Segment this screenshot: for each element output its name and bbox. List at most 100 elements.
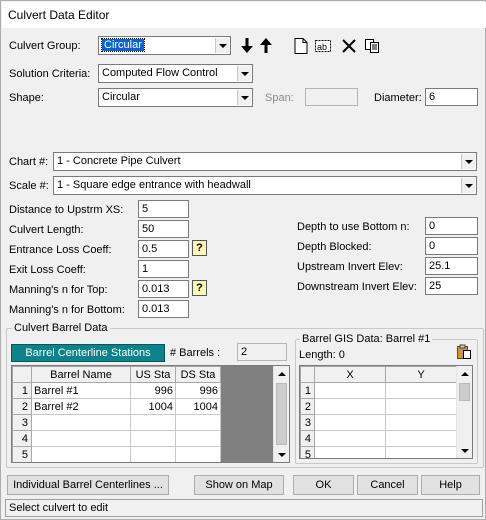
barrel-data-title: Culvert Barrel Data [12, 322, 110, 334]
scroll-thumb[interactable] [276, 383, 287, 445]
depth-blocked-field[interactable]: 0 [425, 237, 478, 255]
status-bar: Select culvert to edit [5, 499, 483, 517]
barrel-name-cell[interactable] [31, 430, 131, 447]
manning-bottom-field[interactable]: 0.013 [138, 300, 189, 318]
chart-value: 1 - Concrete Pipe Culvert [57, 155, 181, 167]
diameter-field[interactable]: 6 [425, 88, 478, 106]
scroll-up-icon[interactable] [457, 366, 472, 381]
help-button[interactable]: Help [421, 475, 480, 495]
chevron-down-icon [237, 66, 251, 81]
gis-length-label: Length: 0 [299, 349, 345, 361]
manning-help-button[interactable]: ? [192, 280, 207, 296]
shape-label: Shape: [9, 92, 44, 104]
depth-bottom-n-field[interactable]: 0 [425, 217, 478, 235]
row-number: 5 [12, 446, 32, 462]
row-header-corner [300, 366, 315, 383]
shape-select[interactable]: Circular [98, 88, 253, 107]
x-cell[interactable] [314, 414, 386, 431]
x-cell[interactable] [314, 398, 386, 415]
y-cell[interactable] [385, 430, 457, 447]
table-row: 5 [12, 446, 221, 462]
culvert-group-select[interactable]: Circular [98, 36, 231, 55]
row-number: 1 [12, 382, 32, 399]
y-cell[interactable] [385, 382, 457, 399]
barrel-centerline-stations-button[interactable]: Barrel Centerline Stations [11, 344, 165, 362]
ds-sta-cell[interactable] [175, 446, 221, 462]
barrel-name-cell[interactable]: Barrel #1 [31, 382, 131, 399]
solution-criteria-select[interactable]: Computed Flow Control [98, 64, 253, 83]
column-header-ds-sta: DS Sta [175, 366, 221, 383]
diameter-label: Diameter: [374, 92, 422, 104]
us-sta-cell[interactable]: 1004 [130, 398, 176, 415]
entrance-loss-field[interactable]: 0.5 [138, 240, 189, 258]
y-cell[interactable] [385, 414, 457, 431]
ds-sta-cell[interactable] [175, 414, 221, 431]
ds-sta-cell[interactable] [175, 430, 221, 447]
table-row: 2 [300, 398, 457, 415]
us-sta-cell[interactable] [130, 414, 176, 431]
barrel-table-scrollbar[interactable] [273, 366, 289, 462]
upstream-invert-label: Upstream Invert Elev: [297, 261, 403, 273]
barrel-name-cell[interactable] [31, 414, 131, 431]
chevron-down-icon [215, 38, 229, 53]
barrel-name-cell[interactable] [31, 446, 131, 462]
chart-select[interactable]: 1 - Concrete Pipe Culvert [53, 152, 477, 171]
show-on-map-button[interactable]: Show on Map [194, 475, 284, 495]
barrel-table: Barrel Name US Sta DS Sta 1 Barrel #1 99… [11, 365, 290, 463]
x-cell[interactable] [314, 430, 386, 447]
manning-top-field[interactable]: 0.013 [138, 280, 189, 298]
gis-table-scrollbar[interactable] [456, 366, 472, 458]
row-number: 2 [12, 398, 32, 415]
downstream-invert-field[interactable]: 25 [425, 277, 478, 295]
y-cell[interactable] [385, 398, 457, 415]
span-field[interactable] [305, 88, 358, 106]
y-cell[interactable] [385, 446, 457, 458]
scale-select[interactable]: 1 - Square edge entrance with headwall [53, 176, 477, 195]
cancel-button[interactable]: Cancel [357, 475, 418, 495]
row-number: 5 [300, 446, 315, 458]
table-row: 1 [300, 382, 457, 399]
paste-icon[interactable] [454, 342, 473, 361]
gis-data-title: Barrel GIS Data: Barrel #1 [300, 333, 433, 345]
gis-table: X Y 1 2 3 4 5 [299, 365, 473, 459]
rename-icon[interactable]: ab [313, 36, 332, 55]
arrow-up-icon[interactable] [256, 36, 275, 55]
delete-x-icon[interactable] [339, 36, 358, 55]
scale-value: 1 - Square edge entrance with headwall [57, 179, 251, 191]
scroll-down-icon[interactable] [457, 443, 472, 458]
row-number: 3 [12, 414, 32, 431]
individual-barrel-centerlines-button[interactable]: Individual Barrel Centerlines ... [7, 475, 169, 495]
chart-label: Chart #: [9, 156, 49, 168]
barrel-name-cell[interactable]: Barrel #2 [31, 398, 131, 415]
ok-button[interactable]: OK [293, 475, 354, 495]
x-cell[interactable] [314, 382, 386, 399]
column-header-y: Y [385, 366, 457, 383]
scroll-down-icon[interactable] [274, 447, 289, 462]
scale-label: Scale #: [9, 180, 49, 192]
column-header-x: X [314, 366, 386, 383]
upstream-invert-field[interactable]: 25.1 [425, 257, 478, 275]
exit-loss-field[interactable]: 1 [138, 260, 189, 278]
us-sta-cell[interactable]: 996 [130, 382, 176, 399]
culvert-length-field[interactable]: 50 [138, 220, 189, 238]
scroll-thumb[interactable] [459, 383, 470, 401]
chevron-down-icon [461, 178, 475, 193]
copy-icon[interactable] [362, 36, 381, 55]
ds-sta-cell[interactable]: 1004 [175, 398, 221, 415]
scroll-up-icon[interactable] [274, 366, 289, 381]
distance-upstream-field[interactable]: 5 [138, 200, 189, 218]
entrance-loss-help-button[interactable]: ? [192, 240, 207, 256]
exit-loss-label: Exit Loss Coeff: [9, 264, 86, 276]
table-row: 1 Barrel #1 996 996 [12, 382, 221, 399]
us-sta-cell[interactable] [130, 430, 176, 447]
x-cell[interactable] [314, 446, 386, 458]
new-document-icon[interactable] [291, 36, 310, 55]
ds-sta-cell[interactable]: 996 [175, 382, 221, 399]
chevron-down-icon [237, 90, 251, 105]
column-header-us-sta: US Sta [130, 366, 176, 383]
arrow-down-icon[interactable] [237, 36, 256, 55]
culvert-group-label: Culvert Group: [9, 40, 81, 52]
downstream-invert-label: Downstream Invert Elev: [297, 281, 417, 293]
us-sta-cell[interactable] [130, 446, 176, 462]
depth-bottom-n-label: Depth to use Bottom n: [297, 221, 410, 233]
